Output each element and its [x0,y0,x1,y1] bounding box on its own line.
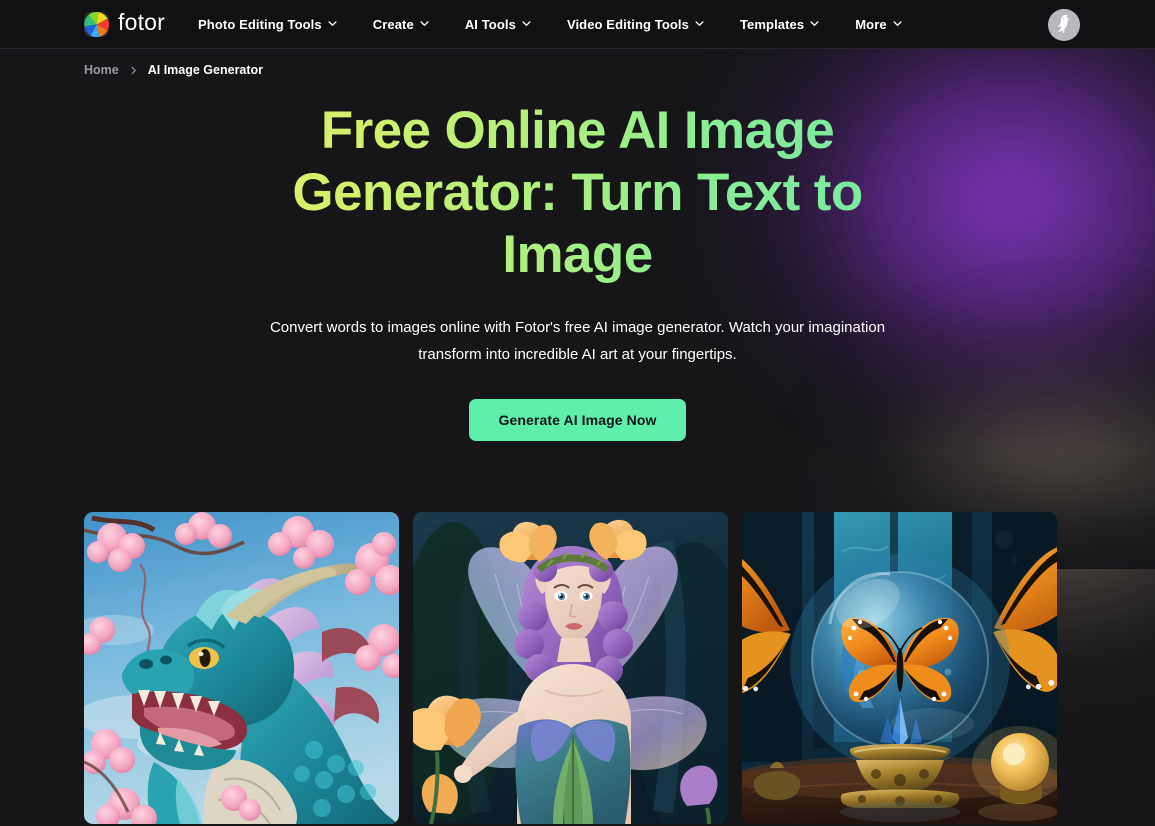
ai-sample-crystal-ball[interactable] [742,512,1057,824]
chevron-down-icon [810,19,819,28]
nav-item-label: Photo Editing Tools [198,16,322,32]
sample-gallery [0,512,1155,824]
hero-subtitle: Convert words to images online with Foto… [269,319,886,363]
chevron-down-icon [893,19,902,28]
main-nav: Photo Editing Tools Create AI Tools Vide… [198,17,902,32]
chevron-down-icon [695,19,704,28]
nav-item-label: Video Editing Tools [566,16,689,32]
generate-ai-image-button[interactable]: Generate AI Image Now [468,399,687,441]
chevron-down-icon [522,19,531,28]
nav-item-photo-editing-tools[interactable]: Photo Editing Tools [198,17,337,32]
nav-item-templates[interactable]: Templates [740,17,819,32]
breadcrumb-home-link[interactable]: Home [84,63,119,77]
hero-section: Free Online AI Image Generator: Turn Tex… [0,79,1155,441]
nav-item-create[interactable]: Create [373,17,429,32]
site-header: fotor Photo Editing Tools Create AI Tool… [0,0,1155,49]
page-title: Free Online AI Image Generator: Turn Tex… [258,100,898,286]
nav-item-label: AI Tools [464,16,516,32]
brand-name: fotor [118,9,166,35]
breadcrumb: Home AI Image Generator [0,49,1155,79]
brand-logo[interactable]: fotor [84,11,165,37]
nav-item-label: Templates [739,16,805,32]
nav-item-label: Create [372,16,414,32]
nav-item-more[interactable]: More [855,16,902,32]
fotor-colorwheel-logo-icon [84,11,109,37]
chevron-down-icon [328,19,337,28]
bird-avatar-icon [1048,9,1080,41]
ai-sample-dragon[interactable] [84,512,399,824]
page-root: fotor Photo Editing Tools Create AI Tool… [0,0,1155,826]
ai-sample-fairy[interactable] [413,512,728,824]
breadcrumb-current-page: AI Image Generator [147,63,264,77]
chevron-down-icon [420,19,429,28]
cta-container: Generate AI Image Now [0,399,1155,441]
avatar[interactable] [1048,9,1080,41]
nav-item-video-editing-tools[interactable]: Video Editing Tools [567,17,704,32]
nav-item-ai-tools[interactable]: AI Tools [465,17,531,32]
nav-item-label: More [855,16,887,32]
chevron-right-icon [129,66,138,75]
